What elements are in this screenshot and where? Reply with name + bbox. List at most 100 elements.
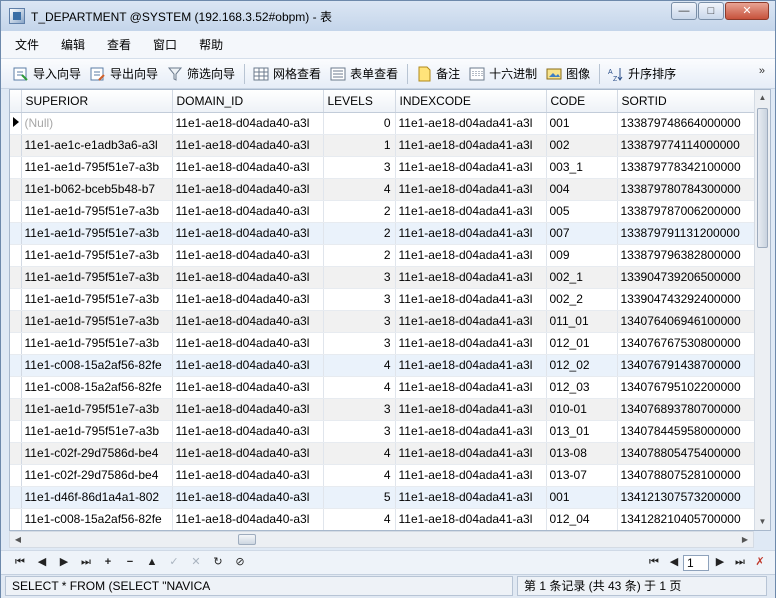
scroll-right-icon[interactable]: ▶ — [737, 532, 753, 547]
maximize-button[interactable]: □ — [698, 2, 724, 20]
cell-code[interactable]: 010-01 — [546, 398, 618, 421]
menu-view[interactable]: 查看 — [99, 36, 145, 53]
cell-domain-id[interactable]: 11e1-ae18-d04ada40-a3l — [172, 464, 324, 487]
table-row[interactable]: 11e1-d46f-86d1a4a1-802 11e1-ae18-d04ada40… — [10, 486, 756, 509]
cell-superior[interactable]: 11e1-c008-15a2af56-82fe — [21, 508, 173, 530]
table-row[interactable]: 11e1-ae1d-795f51e7-a3b 11e1-ae18-d04ada40… — [10, 288, 756, 311]
cell-domain-id[interactable]: 11e1-ae18-d04ada40-a3l — [172, 398, 324, 421]
memo-button[interactable]: 备注 — [412, 63, 465, 85]
cell-code[interactable]: 001 — [546, 486, 618, 509]
cell-superior[interactable]: 11e1-c008-15a2af56-82fe — [21, 376, 173, 399]
cell-levels[interactable]: 0 — [323, 112, 396, 135]
cell-indexcode[interactable]: 11e1-ae18-d04ada41-a3l — [395, 244, 547, 267]
cell-domain-id[interactable]: 11e1-ae18-d04ada40-a3l — [172, 112, 324, 135]
cell-superior[interactable]: 11e1-c02f-29d7586d-be4 — [21, 464, 173, 487]
cell-levels[interactable]: 2 — [323, 222, 396, 245]
row-indicator[interactable] — [10, 310, 22, 333]
horizontal-scrollbar[interactable]: ◀ ▶ — [9, 531, 754, 548]
table-row[interactable]: 11e1-ae1d-795f51e7-a3b 11e1-ae18-d04ada40… — [10, 398, 756, 421]
cell-superior[interactable]: 11e1-ae1d-795f51e7-a3b — [21, 156, 173, 179]
cell-code[interactable]: 012_03 — [546, 376, 618, 399]
vertical-scroll-thumb[interactable] — [757, 108, 768, 248]
cell-levels[interactable]: 3 — [323, 288, 396, 311]
menu-help[interactable]: 帮助 — [191, 36, 237, 53]
cell-indexcode[interactable]: 11e1-ae18-d04ada41-a3l — [395, 310, 547, 333]
cell-domain-id[interactable]: 11e1-ae18-d04ada40-a3l — [172, 288, 324, 311]
cell-domain-id[interactable]: 11e1-ae18-d04ada40-a3l — [172, 310, 324, 333]
cell-domain-id[interactable]: 11e1-ae18-d04ada40-a3l — [172, 134, 324, 157]
cell-sortid[interactable]: 133879787006200000 — [617, 200, 756, 223]
cell-sortid[interactable]: 133879780784300000 — [617, 178, 756, 201]
menu-edit[interactable]: 编辑 — [53, 36, 99, 53]
cell-sortid[interactable]: 134121307573200000 — [617, 486, 756, 509]
cell-domain-id[interactable]: 11e1-ae18-d04ada40-a3l — [172, 200, 324, 223]
cell-superior[interactable]: 11e1-ae1d-795f51e7-a3b — [21, 222, 173, 245]
cell-code[interactable]: 003_1 — [546, 156, 618, 179]
cell-domain-id[interactable]: 11e1-ae18-d04ada40-a3l — [172, 244, 324, 267]
row-indicator[interactable] — [10, 420, 22, 443]
row-indicator[interactable] — [10, 222, 22, 245]
row-indicator[interactable] — [10, 464, 22, 487]
table-row[interactable]: 11e1-ae1d-795f51e7-a3b 11e1-ae18-d04ada40… — [10, 156, 756, 179]
next-page-icon[interactable]: ▶ — [713, 555, 727, 569]
cell-indexcode[interactable]: 11e1-ae18-d04ada41-a3l — [395, 332, 547, 355]
cell-levels[interactable]: 2 — [323, 200, 396, 223]
cell-code[interactable]: 002 — [546, 134, 618, 157]
cell-superior[interactable]: 11e1-d46f-86d1a4a1-802 — [21, 486, 173, 509]
table-row[interactable]: 11e1-ae1d-795f51e7-a3b 11e1-ae18-d04ada40… — [10, 420, 756, 443]
delete-record-icon[interactable]: − — [123, 555, 137, 569]
menu-window[interactable]: 窗口 — [145, 36, 191, 53]
cell-indexcode[interactable]: 11e1-ae18-d04ada41-a3l — [395, 200, 547, 223]
last-record-icon[interactable]: ⏭ — [79, 555, 93, 569]
cell-sortid[interactable]: 133904743292400000 — [617, 288, 756, 311]
apply-changes-icon[interactable]: ✓ — [167, 555, 181, 569]
close-button[interactable]: ✕ — [725, 2, 769, 20]
last-page-icon[interactable]: ⏭ — [733, 555, 747, 569]
cell-sortid[interactable]: 133879796382800000 — [617, 244, 756, 267]
cell-indexcode[interactable]: 11e1-ae18-d04ada41-a3l — [395, 288, 547, 311]
table-row[interactable]: 11e1-c02f-29d7586d-be4 11e1-ae18-d04ada40… — [10, 464, 756, 487]
cell-domain-id[interactable]: 11e1-ae18-d04ada40-a3l — [172, 354, 324, 377]
cell-superior[interactable]: 11e1-ae1d-795f51e7-a3b — [21, 332, 173, 355]
cell-levels[interactable]: 4 — [323, 442, 396, 465]
stop-icon[interactable]: ⊘ — [233, 555, 247, 569]
menu-file[interactable]: 文件 — [7, 36, 53, 53]
refresh-icon[interactable]: ↻ — [211, 555, 225, 569]
previous-page-icon[interactable]: ◀ — [667, 555, 681, 569]
cell-domain-id[interactable]: 11e1-ae18-d04ada40-a3l — [172, 266, 324, 289]
scroll-left-icon[interactable]: ◀ — [10, 532, 26, 547]
cell-indexcode[interactable]: 11e1-ae18-d04ada41-a3l — [395, 178, 547, 201]
row-indicator[interactable] — [10, 442, 22, 465]
row-indicator[interactable] — [10, 376, 22, 399]
previous-record-icon[interactable]: ◀ — [35, 555, 49, 569]
cell-levels[interactable]: 5 — [323, 486, 396, 509]
row-indicator[interactable] — [10, 266, 22, 289]
cell-code[interactable]: 002_2 — [546, 288, 618, 311]
cell-levels[interactable]: 3 — [323, 398, 396, 421]
row-indicator[interactable] — [10, 134, 22, 157]
table-row[interactable]: 11e1-ae1d-795f51e7-a3b 11e1-ae18-d04ada40… — [10, 222, 756, 245]
row-indicator[interactable] — [10, 156, 22, 179]
cell-code[interactable]: 001 — [546, 112, 618, 135]
cell-domain-id[interactable]: 11e1-ae18-d04ada40-a3l — [172, 332, 324, 355]
cell-sortid[interactable]: 134076893780700000 — [617, 398, 756, 421]
cell-superior[interactable]: 11e1-b062-bceb5b48-b7 — [21, 178, 173, 201]
table-row[interactable]: 11e1-b062-bceb5b48-b7 11e1-ae18-d04ada40-… — [10, 178, 756, 201]
cell-superior[interactable]: 11e1-ae1d-795f51e7-a3b — [21, 200, 173, 223]
cell-sortid[interactable]: 134076795102200000 — [617, 376, 756, 399]
cell-code[interactable]: 013-08 — [546, 442, 618, 465]
table-row[interactable]: 11e1-c02f-29d7586d-be4 11e1-ae18-d04ada40… — [10, 442, 756, 465]
scroll-down-icon[interactable]: ▼ — [755, 514, 770, 530]
table-row[interactable]: 11e1-c008-15a2af56-82fe 11e1-ae18-d04ada4… — [10, 376, 756, 399]
add-record-icon[interactable]: + — [101, 555, 115, 569]
filter-wizard-button[interactable]: 筛选向导 — [163, 63, 240, 85]
cell-code[interactable]: 012_02 — [546, 354, 618, 377]
cell-sortid[interactable]: 134078807528100000 — [617, 464, 756, 487]
cell-code[interactable]: 013_01 — [546, 420, 618, 443]
cell-domain-id[interactable]: 11e1-ae18-d04ada40-a3l — [172, 442, 324, 465]
cell-levels[interactable]: 3 — [323, 266, 396, 289]
vertical-scrollbar[interactable]: ▲ ▼ — [754, 90, 770, 530]
minimize-button[interactable]: — — [671, 2, 697, 20]
cell-code[interactable]: 012_01 — [546, 332, 618, 355]
export-wizard-button[interactable]: 导出向导 — [86, 63, 163, 85]
